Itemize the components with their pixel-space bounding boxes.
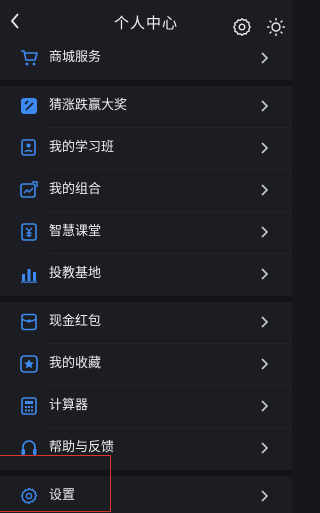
menu-item-label: 帮助与反馈	[49, 440, 115, 455]
chevron-right-icon	[261, 52, 269, 64]
chevron-right-icon	[261, 400, 269, 412]
menu-item-label: 智慧课堂	[49, 224, 102, 239]
menu-item-label: 我的收藏	[49, 356, 102, 371]
menu-item-label: 猜涨跌赢大奖	[49, 98, 128, 113]
menu-item-guess-prize[interactable]: 猜涨跌赢大奖	[0, 86, 292, 128]
gear-icon[interactable]	[232, 17, 252, 37]
chevron-right-icon	[261, 358, 269, 370]
chevron-right-icon	[261, 142, 269, 154]
menu-item-my-favorites[interactable]: 我的收藏	[0, 344, 292, 386]
menu-item-settings[interactable]: 设置	[0, 476, 292, 513]
chevron-right-icon	[261, 268, 269, 280]
class-icon	[21, 139, 36, 156]
menu-item-label: 投教基地	[49, 266, 102, 281]
menu-item-cash-red-packet[interactable]: 现金红包	[0, 302, 292, 344]
menu-item-label: 计算器	[49, 398, 89, 413]
menu-item-help-feedback[interactable]: 帮助与反馈	[0, 428, 292, 470]
portfolio-icon	[20, 181, 38, 198]
gear-icon	[20, 487, 38, 505]
menu-item-my-class[interactable]: 我的学习班	[0, 128, 292, 170]
headset-icon	[21, 440, 37, 455]
chevron-right-icon	[261, 316, 269, 328]
star-icon	[20, 355, 38, 373]
chevron-right-icon	[261, 184, 269, 196]
menu-item-label: 我的组合	[49, 182, 102, 197]
menu-item-smart-classroom[interactable]: 智慧课堂	[0, 212, 292, 254]
calculator-icon	[21, 397, 37, 415]
menu-item-education-base[interactable]: 投教基地	[0, 254, 292, 296]
bar-chart-icon	[21, 269, 37, 283]
menu-item-label: 设置	[49, 488, 76, 503]
menu-item-calculator[interactable]: 计算器	[0, 386, 292, 428]
chevron-right-icon	[261, 442, 269, 454]
chevron-right-icon	[261, 226, 269, 238]
menu-item-label: 现金红包	[49, 314, 102, 329]
chevron-right-icon	[261, 490, 269, 502]
menu-item-label: 商城服务	[49, 50, 102, 65]
chevron-right-icon	[261, 100, 269, 112]
menu-item-label: 我的学习班	[49, 140, 115, 155]
prize-icon	[21, 98, 37, 114]
menu-item-my-portfolio[interactable]: 我的组合	[0, 170, 292, 212]
menu-item-shop-service[interactable]: 商城服务	[0, 38, 292, 80]
yen-book-icon	[21, 223, 37, 241]
wallet-icon	[21, 313, 37, 331]
sun-icon[interactable]	[266, 17, 286, 37]
top-nav-bar: 个人中心	[0, 0, 292, 44]
shopping-cart-icon	[21, 50, 38, 66]
